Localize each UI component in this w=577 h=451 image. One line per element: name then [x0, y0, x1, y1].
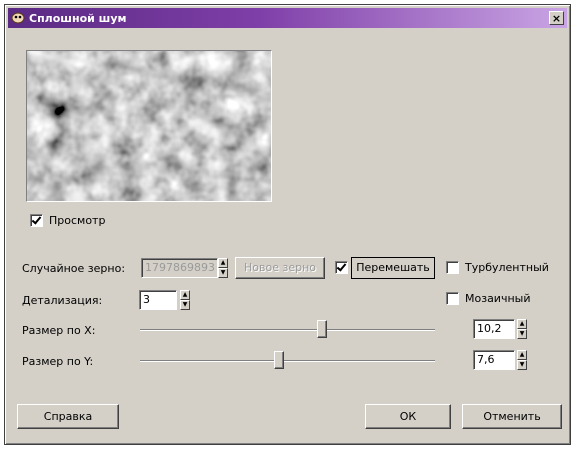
- title-bar[interactable]: Сплошной шум ×: [8, 8, 567, 28]
- size-y-slider-thumb[interactable]: [273, 351, 284, 369]
- close-icon: ×: [551, 12, 562, 25]
- detail-label: Детализация:: [22, 294, 103, 307]
- preview-label: Просмотр: [49, 214, 106, 227]
- spin-down-icon[interactable]: ▼: [218, 268, 228, 278]
- preview-checkbox[interactable]: [30, 214, 43, 227]
- shuffle-checkbox[interactable]: [335, 261, 348, 274]
- spin-up-icon[interactable]: ▲: [218, 258, 228, 268]
- size-x-spinner[interactable]: ▲ ▼: [517, 319, 527, 339]
- size-x-slider-thumb[interactable]: [316, 320, 327, 338]
- cancel-button[interactable]: Отменить: [462, 404, 562, 429]
- new-seed-button[interactable]: Новое зерно: [235, 257, 325, 279]
- seed-input[interactable]: 1797869893: [141, 258, 218, 278]
- seed-spinner[interactable]: ▲ ▼: [218, 258, 228, 278]
- turbulent-checkbox[interactable]: [446, 261, 459, 274]
- size-x-slider-track[interactable]: [140, 329, 435, 331]
- help-button[interactable]: Справка: [17, 404, 119, 429]
- spin-up-icon[interactable]: ▲: [517, 350, 527, 360]
- gimp-icon: [11, 12, 25, 24]
- tileable-checkbox[interactable]: [446, 292, 459, 305]
- spin-down-icon[interactable]: ▼: [180, 300, 190, 310]
- spin-down-icon[interactable]: ▼: [517, 329, 527, 339]
- size-y-label: Размер по Y:: [22, 355, 94, 368]
- shuffle-label[interactable]: Перемешать: [351, 257, 435, 279]
- noise-preview-image: [27, 51, 271, 201]
- spin-down-icon[interactable]: ▼: [517, 360, 527, 370]
- size-y-spinner[interactable]: ▲ ▼: [517, 350, 527, 370]
- dialog-window: Сплошной шум × Просмотр Случайное зерно:…: [4, 4, 571, 445]
- close-button[interactable]: ×: [549, 11, 564, 25]
- tileable-label: Мозаичный: [465, 292, 531, 305]
- ok-button[interactable]: ОК: [365, 404, 451, 429]
- size-x-label: Размер по X:: [22, 324, 96, 337]
- window-title: Сплошной шум: [29, 11, 127, 25]
- spin-up-icon[interactable]: ▲: [517, 319, 527, 329]
- turbulent-label: Турбулентный: [465, 261, 549, 274]
- size-x-input[interactable]: 10,2: [473, 319, 515, 339]
- size-y-input[interactable]: 7,6: [473, 350, 515, 370]
- seed-label: Случайное зерно:: [22, 262, 126, 275]
- detail-spinner[interactable]: ▲ ▼: [180, 290, 190, 310]
- noise-preview: [26, 50, 272, 202]
- size-y-slider-track[interactable]: [140, 360, 435, 362]
- spin-up-icon[interactable]: ▲: [180, 290, 190, 300]
- detail-input[interactable]: 3: [139, 290, 177, 310]
